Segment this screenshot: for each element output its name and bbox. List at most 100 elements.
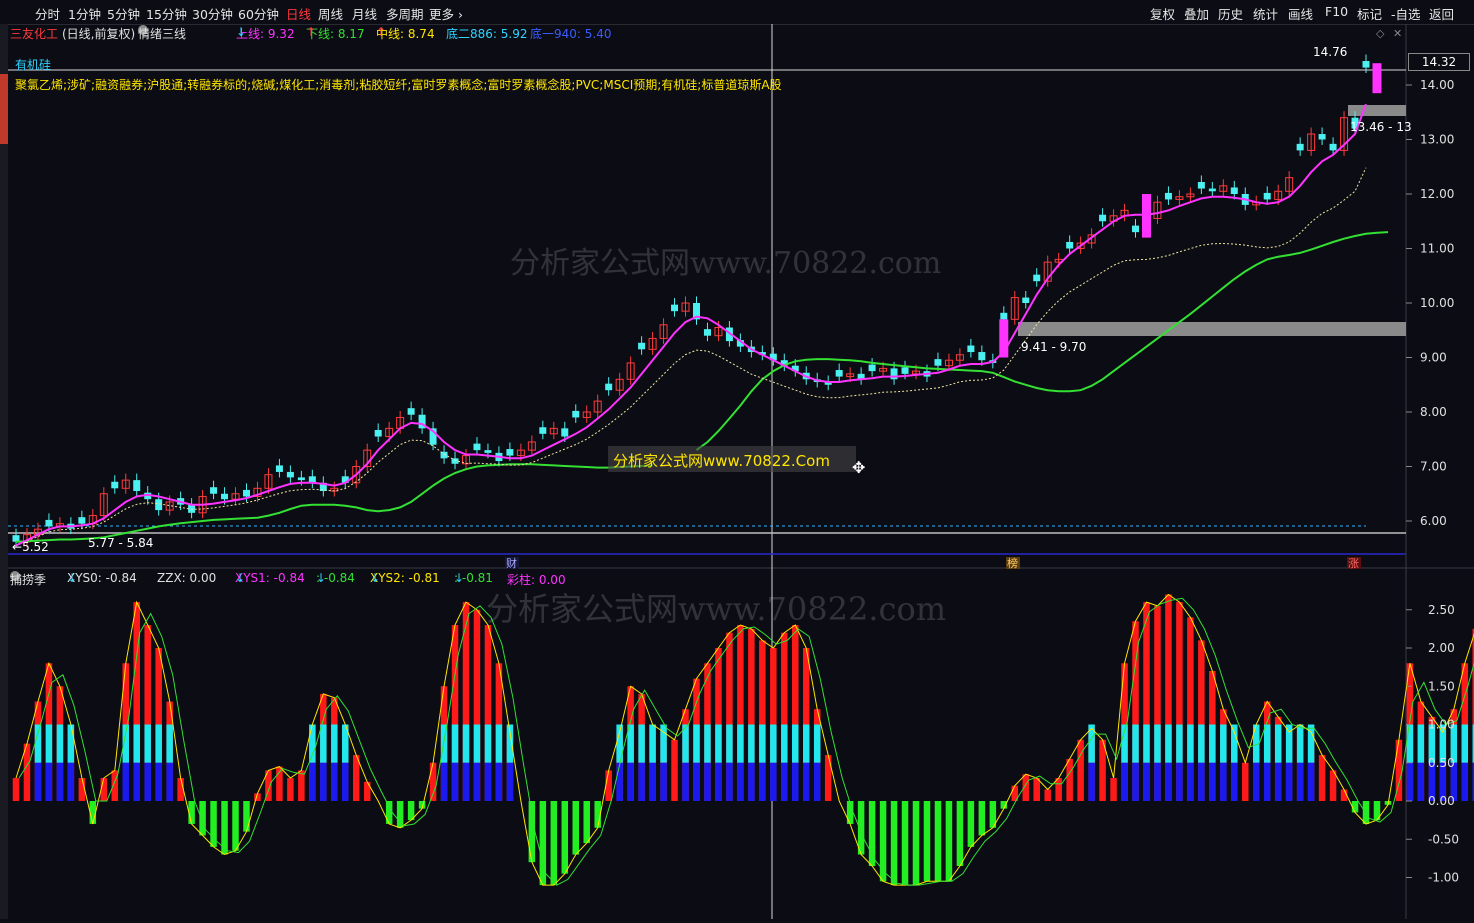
- high-price-label: 14.76: [1313, 45, 1347, 59]
- sub-bar-red: [1044, 789, 1051, 801]
- sub-bar-cyan: [1461, 724, 1469, 763]
- sub-bar-cyan: [1406, 724, 1414, 763]
- sub-tick-label: 0.50: [1428, 756, 1455, 770]
- sub-bar-blue: [155, 762, 162, 801]
- price-tick-label: 12.00: [1420, 187, 1454, 201]
- sub-bar-red: [605, 770, 612, 801]
- candle-body-down: [1132, 225, 1140, 233]
- sub-bar-blue: [1088, 762, 1095, 801]
- sub-bar-cyan: [1220, 724, 1227, 763]
- candle-body-down: [561, 428, 569, 437]
- low-price-label: ←5.52: [12, 540, 49, 554]
- chart-mode: (日线,前复权): [62, 27, 136, 41]
- sub-bar-red: [824, 755, 832, 801]
- sub-bar-cyan: [1231, 724, 1238, 763]
- xys1-value: XYS1: -0.84: [235, 571, 305, 585]
- sub-bar-blue: [737, 762, 744, 801]
- sub-bar-cyan: [56, 724, 64, 763]
- candle-body-down: [1033, 274, 1041, 282]
- sub-bar-green: [912, 801, 920, 886]
- sub-bar-blue: [1143, 762, 1150, 801]
- price-tick-label: 10.00: [1420, 296, 1454, 310]
- down-arrow-icon: ↓: [235, 571, 246, 585]
- sub-bar-red: [429, 762, 437, 801]
- sub-bar-green: [396, 801, 404, 828]
- sub-bar-blue: [166, 762, 173, 801]
- candle-body-down: [1296, 143, 1304, 151]
- concept-tag[interactable]: 有机硅: [15, 56, 51, 73]
- sub-bar-blue: [1406, 762, 1414, 801]
- event-marker-cai[interactable]: 财: [506, 556, 517, 570]
- sub-bar-cyan: [67, 724, 75, 763]
- sub-bar-blue: [1274, 762, 1282, 801]
- sub-bar-blue: [451, 762, 459, 801]
- sub-bar-cyan: [1165, 724, 1172, 763]
- sub-bar-blue: [1198, 762, 1205, 801]
- sub-bar-cyan: [1263, 724, 1271, 763]
- sub-bar-blue: [1121, 762, 1128, 801]
- sub-bar-green: [890, 801, 898, 886]
- sub-bar-blue: [770, 762, 777, 801]
- zone-low-label: 5.77 - 5.84: [88, 536, 153, 550]
- popup-link[interactable]: 分析家公式网www.70822.Com: [613, 450, 830, 471]
- event-marker-zhang[interactable]: 涨: [1348, 557, 1359, 570]
- highlight-candle: [1372, 63, 1382, 94]
- candle-body-down: [901, 367, 909, 374]
- sub-bar-blue: [320, 762, 327, 801]
- event-marker-bang[interactable]: 榜: [1007, 556, 1018, 570]
- sub-bar-blue: [473, 762, 481, 801]
- sub-bar-red: [1318, 755, 1326, 801]
- sub-bar-cyan: [473, 724, 481, 763]
- sub-bar-cyan: [638, 724, 645, 763]
- close-icon[interactable]: ✕: [1393, 27, 1402, 40]
- sub-bar-blue: [1187, 762, 1194, 801]
- candle-body-down: [407, 408, 415, 415]
- last-price-box: 14.32: [1408, 53, 1470, 71]
- sub-bar-blue: [1252, 762, 1260, 801]
- zone-high-label: 13.46 - 13: [1350, 120, 1412, 134]
- price-tick-label: 11.00: [1420, 242, 1454, 256]
- xys2-value: XYS2: -0.81: [370, 571, 440, 585]
- sub-bar-blue: [660, 762, 667, 801]
- candle-body-down: [638, 342, 646, 350]
- sub-bar-cyan: [1187, 724, 1194, 763]
- resistance-zone-high: [1348, 105, 1406, 116]
- sub-bar-green: [385, 801, 393, 824]
- candle-body-down: [1318, 134, 1326, 140]
- sub-bar-green: [901, 801, 909, 886]
- candle-body-down: [297, 477, 305, 481]
- move-cursor-icon: ✥: [852, 458, 866, 477]
- sub-bar-blue: [462, 762, 470, 801]
- sub-bar-blue: [693, 762, 700, 801]
- sub-bar-blue: [1296, 762, 1304, 801]
- low-price-value: 5.52: [22, 540, 49, 554]
- sub-bar-blue: [1461, 762, 1469, 801]
- sub-bar-cyan: [1143, 724, 1150, 763]
- sub-tick-label: -1.00: [1428, 871, 1459, 885]
- sub-bar-cyan: [1154, 724, 1161, 763]
- down-arrow-icon: ↓: [236, 25, 247, 39]
- stock-name[interactable]: 三友化工: [10, 25, 58, 42]
- caizhu-label: 彩柱: 0.00: [507, 573, 566, 587]
- sub-bar-green: [923, 801, 931, 882]
- price-tick-label: 8.00: [1420, 405, 1447, 419]
- sub-bar-green: [1362, 801, 1370, 824]
- sub-tick-label: 1.00: [1428, 718, 1455, 732]
- candle-body-down: [1000, 312, 1008, 320]
- sub-bar-blue: [726, 762, 733, 801]
- sub-bar-cyan: [792, 724, 799, 763]
- sub-bar-blue: [1417, 762, 1425, 801]
- sub-bar-green: [528, 801, 536, 863]
- candle-body-down: [155, 499, 163, 511]
- price-tick-label: 7.00: [1420, 460, 1447, 474]
- down-arrow-icon: ↓: [454, 571, 465, 585]
- zone-mid-label: 9.41 - 9.70: [1021, 340, 1086, 354]
- sub-bar-blue: [616, 762, 623, 801]
- candles: [12, 54, 1382, 548]
- diamond-icon[interactable]: ◇: [1376, 27, 1385, 40]
- sub-bar-blue: [1220, 762, 1227, 801]
- sub-bar-blue: [1263, 762, 1271, 801]
- candle-body-down: [868, 364, 876, 372]
- candle-body-down: [978, 352, 986, 361]
- sub-bar-blue: [122, 762, 130, 801]
